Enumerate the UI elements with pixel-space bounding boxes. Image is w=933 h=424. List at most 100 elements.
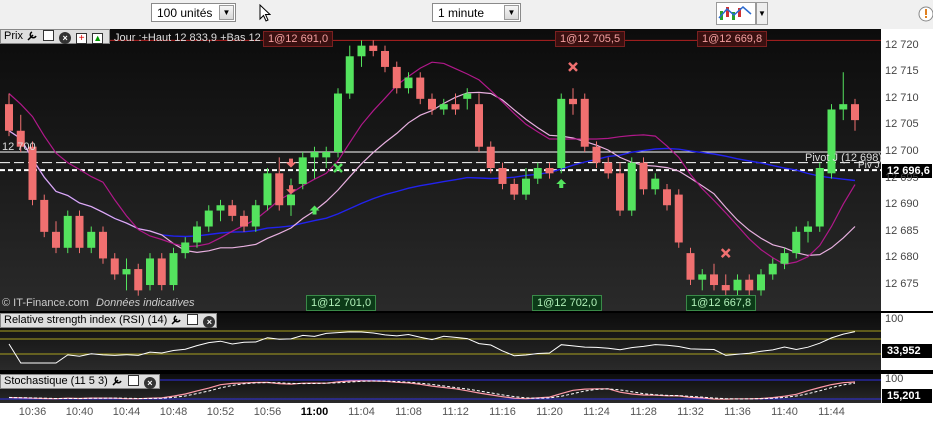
chevron-down-icon[interactable]: ▼ xyxy=(219,5,234,20)
units-select[interactable]: 100 unités ▼ xyxy=(151,3,236,22)
candle-body xyxy=(28,146,37,200)
units-select-value: 100 unités xyxy=(157,6,213,20)
candle-body xyxy=(815,168,824,227)
candle-body xyxy=(545,168,554,174)
order-tag-bottom[interactable]: 1@12 702,0 xyxy=(532,295,603,311)
candle-body xyxy=(40,199,49,232)
candle-body xyxy=(263,173,272,206)
price-axis-tick: 12 700 xyxy=(885,145,919,158)
order-tag-top[interactable]: 1@12 691,0 xyxy=(263,31,334,47)
candle-body xyxy=(428,98,436,110)
move-up-icon[interactable]: ▲ xyxy=(92,33,104,44)
wrench-icon[interactable] xyxy=(170,314,182,325)
mouse-cursor-icon xyxy=(259,4,271,22)
close-icon[interactable]: × xyxy=(143,377,156,389)
candle-body xyxy=(287,194,295,206)
candle-body xyxy=(569,98,577,105)
candle-body xyxy=(251,205,260,227)
candle-body xyxy=(804,226,812,232)
candle-body xyxy=(275,173,284,206)
rsi-panel-title: Relative strength index (RSI) (14) xyxy=(4,314,168,326)
time-axis-tick: 10:48 xyxy=(159,406,188,418)
rsi-value-box: 33,952 xyxy=(882,344,932,358)
time-axis-tick: 10:36 xyxy=(18,406,47,418)
trade-marker-x xyxy=(568,62,578,72)
time-axis-tick: 11:32 xyxy=(677,406,704,418)
candle-body xyxy=(721,285,730,291)
time-axis[interactable]: 10:36 10:40 10:44 10:48 10:52 10:56 11:00 11:04… xyxy=(0,403,933,424)
price-panel-title: Prix xyxy=(4,30,23,42)
wrench-icon[interactable] xyxy=(111,375,123,386)
candle-body xyxy=(5,104,13,131)
order-tag-top[interactable]: 1@12 669,8 xyxy=(697,31,768,47)
data-source-name: © IT-Finance.com xyxy=(2,297,89,309)
price-chart[interactable] xyxy=(0,29,881,311)
candle-body xyxy=(780,253,789,264)
candle-body xyxy=(580,98,589,147)
candle-body xyxy=(698,274,707,280)
trade-marker-down xyxy=(286,158,296,168)
candle-body xyxy=(557,98,566,168)
time-axis-tick: 10:40 xyxy=(65,406,94,418)
candle-body xyxy=(486,146,495,168)
candle-body xyxy=(310,152,319,158)
rsi-line xyxy=(8,331,856,364)
trade-marker-up xyxy=(556,178,567,188)
candle-body xyxy=(334,93,342,153)
close-icon[interactable]: × xyxy=(59,32,72,44)
interval-select[interactable]: 1 minute ▼ xyxy=(432,3,521,22)
candle-body xyxy=(240,215,248,227)
stochastic-axis[interactable]: 100 15,201 xyxy=(881,373,933,403)
price-axis-tick: 12 715 xyxy=(885,65,919,78)
candle-body xyxy=(52,231,60,248)
time-axis-tick: 10:52 xyxy=(206,406,235,418)
candle-body xyxy=(627,162,636,211)
candle-body xyxy=(404,77,413,89)
order-tag-bottom[interactable]: 1@12 701,0 xyxy=(306,295,377,311)
maximize-icon[interactable] xyxy=(187,314,199,325)
candle-body xyxy=(651,178,660,190)
candle-body xyxy=(146,258,154,286)
candle-body xyxy=(63,215,72,248)
candle-body xyxy=(616,173,624,211)
candle-body xyxy=(510,183,519,195)
candle-body xyxy=(392,66,401,89)
price-panel-header: Prix × + ▲ xyxy=(0,29,110,44)
candle-body xyxy=(663,189,671,206)
candle-body xyxy=(686,253,695,280)
candle-body xyxy=(345,56,354,94)
chevron-down-icon[interactable]: ▼ xyxy=(504,5,519,20)
time-axis-tick: 11:00 xyxy=(300,406,329,418)
time-axis-tick: 11:04 xyxy=(348,406,375,418)
candle-body xyxy=(604,162,613,174)
chart-type-icon xyxy=(718,6,752,20)
order-tag-top[interactable]: 1@12 705,5 xyxy=(555,31,626,47)
price-axis-tick: 12 720 xyxy=(885,38,919,51)
add-indicator-icon[interactable]: + xyxy=(76,33,88,44)
maximize-icon[interactable] xyxy=(127,375,139,386)
candle-body xyxy=(533,168,542,179)
chart-type-button[interactable] xyxy=(716,2,756,25)
rsi-axis[interactable]: 100 33,952 xyxy=(881,313,933,370)
close-icon[interactable]: × xyxy=(203,316,216,328)
stochastic-value-box: 15,201 xyxy=(882,389,932,403)
price-axis-tick: 12 705 xyxy=(885,118,919,131)
price-axis-tick: 12 680 xyxy=(885,251,919,264)
candle-body xyxy=(498,168,507,184)
time-axis-tick: 11:08 xyxy=(395,406,422,418)
candle-body xyxy=(110,258,119,275)
time-axis-tick: 11:36 xyxy=(724,406,751,418)
data-source-note: Données indicatives xyxy=(96,297,195,309)
candle-body xyxy=(169,253,178,286)
price-axis[interactable]: 12 696,6 12 720 12 715 12 710 12 705 12 700 1… xyxy=(881,29,933,311)
wrench-icon[interactable] xyxy=(26,30,38,41)
candle-body xyxy=(193,226,201,243)
top-toolbar: 100 unités ▼ 1 minute ▼ ▼ xyxy=(0,0,933,30)
candle-body xyxy=(99,231,107,259)
alert-icon[interactable] xyxy=(910,2,933,26)
time-axis-tick: 11:16 xyxy=(489,406,516,418)
maximize-icon[interactable] xyxy=(43,30,55,41)
chart-type-dropdown[interactable]: ▼ xyxy=(756,2,768,25)
candle-body xyxy=(592,146,601,163)
order-tag-bottom[interactable]: 1@12 667,8 xyxy=(686,295,757,311)
